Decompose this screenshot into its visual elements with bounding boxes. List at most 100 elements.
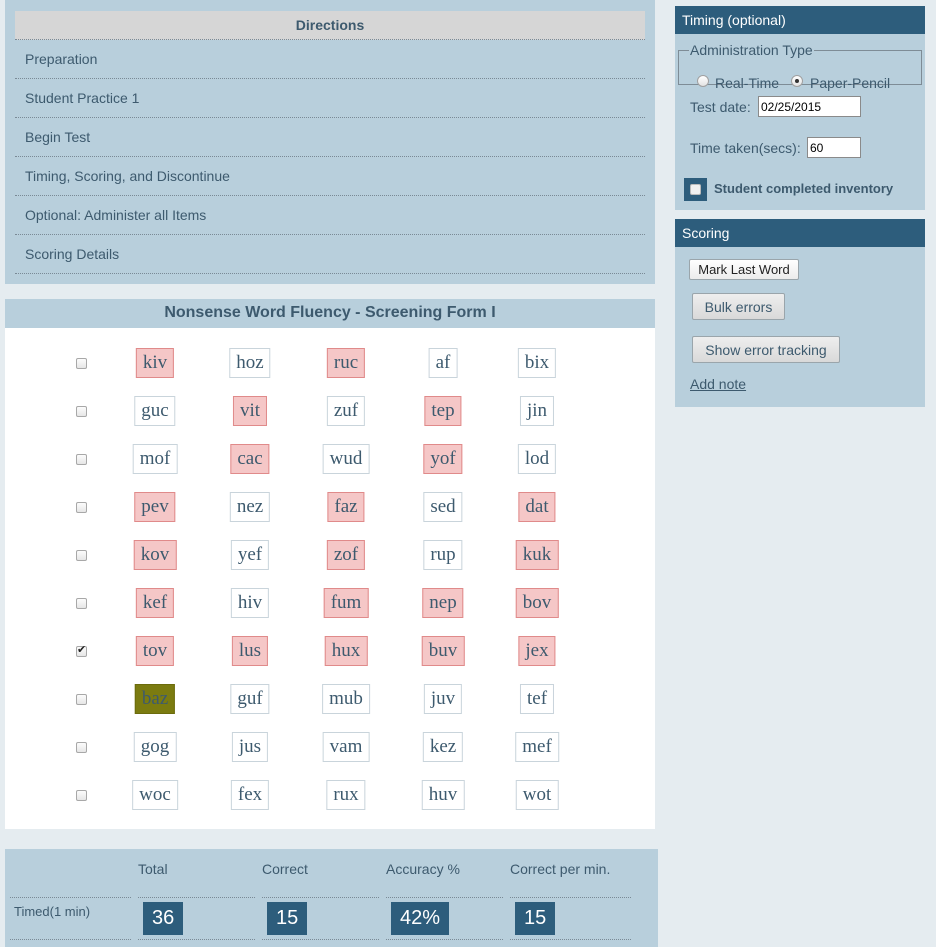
word-item[interactable]: hoz bbox=[229, 348, 271, 378]
word-item[interactable]: yof bbox=[423, 444, 463, 474]
word-item[interactable]: zof bbox=[326, 540, 366, 570]
word-item[interactable]: hux bbox=[324, 636, 368, 666]
word-item[interactable]: hiv bbox=[230, 588, 270, 618]
word-item[interactable]: vam bbox=[322, 732, 370, 762]
directions-item-begin-test[interactable]: Begin Test bbox=[15, 118, 645, 157]
word-item[interactable]: rup bbox=[423, 540, 463, 570]
word-item[interactable]: nep bbox=[422, 588, 464, 618]
directions-panel: Directions Preparation Student Practice … bbox=[5, 0, 655, 284]
directions-item-preparation[interactable]: Preparation bbox=[15, 40, 645, 79]
word-item[interactable]: af bbox=[428, 348, 458, 378]
row-checkbox[interactable] bbox=[76, 454, 87, 465]
word-item[interactable]: juv bbox=[423, 684, 463, 714]
word-item[interactable]: yef bbox=[230, 540, 270, 570]
summary-divider bbox=[262, 897, 379, 898]
summary-header-accuracy: Accuracy % bbox=[386, 861, 460, 877]
summary-divider bbox=[386, 897, 503, 898]
word-item[interactable]: kuk bbox=[515, 540, 559, 570]
word-item[interactable]: bix bbox=[517, 348, 557, 378]
student-completed-label[interactable]: Student completed inventory bbox=[714, 181, 893, 196]
word-item[interactable]: bov bbox=[515, 588, 559, 618]
summary-panel: Total Correct Accuracy % Correct per min… bbox=[5, 849, 658, 947]
word-item[interactable]: gog bbox=[133, 732, 177, 762]
word-item[interactable]: wot bbox=[515, 780, 559, 810]
bulk-errors-button[interactable]: Bulk errors bbox=[692, 293, 785, 320]
word-fluency-panel: Nonsense Word Fluency - Screening Form I… bbox=[5, 299, 655, 829]
time-taken-input[interactable] bbox=[807, 137, 861, 158]
word-item[interactable]: fum bbox=[323, 588, 369, 618]
summary-divider bbox=[510, 939, 631, 940]
summary-divider bbox=[386, 939, 503, 940]
row-checkbox[interactable] bbox=[76, 406, 87, 417]
word-item[interactable]: nez bbox=[229, 492, 271, 522]
mark-last-word-button[interactable]: Mark Last Word bbox=[689, 259, 799, 280]
word-item[interactable]: sed bbox=[423, 492, 463, 522]
summary-header-correct: Correct bbox=[262, 861, 308, 877]
summary-header-correct-per-min: Correct per min. bbox=[510, 861, 611, 877]
radio-paper-pencil-label[interactable]: Paper-Pencil bbox=[810, 75, 890, 91]
word-item[interactable]: guc bbox=[134, 396, 176, 426]
student-completed-checkbox[interactable] bbox=[684, 178, 707, 201]
word-item[interactable]: fex bbox=[230, 780, 270, 810]
summary-value-correct-per-min: 15 bbox=[515, 902, 556, 935]
word-item[interactable]: wud bbox=[322, 444, 370, 474]
word-item[interactable]: ruc bbox=[326, 348, 366, 378]
word-item[interactable]: mub bbox=[322, 684, 370, 714]
word-item[interactable]: tep bbox=[424, 396, 462, 426]
word-item[interactable]: kez bbox=[422, 732, 464, 762]
directions-item-scoring-details[interactable]: Scoring Details bbox=[15, 235, 645, 274]
word-item[interactable]: guf bbox=[230, 684, 270, 714]
word-item[interactable]: buv bbox=[421, 636, 465, 666]
word-item[interactable]: faz bbox=[327, 492, 365, 522]
word-item[interactable]: mef bbox=[515, 732, 559, 762]
word-item[interactable]: tef bbox=[519, 684, 555, 714]
word-item[interactable]: kef bbox=[135, 588, 175, 618]
summary-divider bbox=[138, 897, 255, 898]
word-item[interactable]: jus bbox=[231, 732, 269, 762]
show-error-tracking-button[interactable]: Show error tracking bbox=[692, 336, 840, 363]
summary-divider bbox=[138, 939, 255, 940]
word-item[interactable]: jex bbox=[518, 636, 556, 666]
directions-item-administer-all[interactable]: Optional: Administer all Items bbox=[15, 196, 645, 235]
word-item[interactable]: jin bbox=[519, 396, 555, 426]
test-date-input[interactable] bbox=[758, 96, 861, 117]
word-item[interactable]: kov bbox=[133, 540, 177, 570]
time-taken-label: Time taken(secs): bbox=[690, 140, 801, 156]
word-item[interactable]: rux bbox=[326, 780, 366, 810]
word-item[interactable]: kiv bbox=[135, 348, 175, 378]
add-note-link[interactable]: Add note bbox=[690, 376, 746, 392]
row-checkbox[interactable] bbox=[76, 742, 87, 753]
word-item[interactable]: vit bbox=[232, 396, 268, 426]
word-item[interactable]: baz bbox=[134, 684, 176, 714]
row-checkbox[interactable] bbox=[76, 358, 87, 369]
radio-paper-pencil[interactable] bbox=[791, 75, 803, 87]
word-item[interactable]: dat bbox=[518, 492, 556, 522]
summary-row-label: Timed(1 min) bbox=[14, 904, 91, 919]
summary-value-correct: 15 bbox=[267, 902, 308, 935]
summary-divider bbox=[10, 939, 131, 940]
directions-item-timing-scoring[interactable]: Timing, Scoring, and Discontinue bbox=[15, 157, 645, 196]
word-item[interactable]: lus bbox=[231, 636, 269, 666]
directions-item-student-practice[interactable]: Student Practice 1 bbox=[15, 79, 645, 118]
directions-list: Preparation Student Practice 1 Begin Tes… bbox=[15, 40, 645, 274]
radio-real-time[interactable] bbox=[697, 75, 709, 87]
word-item[interactable]: lod bbox=[517, 444, 557, 474]
administration-type-legend: Administration Type bbox=[690, 42, 813, 58]
row-checkbox[interactable]: ✔ bbox=[76, 643, 87, 657]
row-checkbox[interactable] bbox=[76, 550, 87, 561]
word-item[interactable]: woc bbox=[132, 780, 178, 810]
summary-divider bbox=[262, 939, 379, 940]
word-item[interactable]: tov bbox=[135, 636, 175, 666]
word-item[interactable]: cac bbox=[230, 444, 270, 474]
row-checkbox[interactable] bbox=[76, 598, 87, 609]
checkbox-box bbox=[690, 184, 701, 195]
row-checkbox[interactable] bbox=[76, 694, 87, 705]
row-checkbox[interactable] bbox=[76, 502, 87, 513]
word-item[interactable]: huv bbox=[421, 780, 465, 810]
radio-real-time-label[interactable]: Real-Time bbox=[715, 75, 779, 91]
word-item[interactable]: mof bbox=[132, 444, 178, 474]
word-item[interactable]: zuf bbox=[326, 396, 366, 426]
word-item[interactable]: pev bbox=[134, 492, 176, 522]
row-checkbox[interactable] bbox=[76, 790, 87, 801]
administration-type-group: Administration Type Real-Time Paper-Penc… bbox=[678, 42, 922, 91]
